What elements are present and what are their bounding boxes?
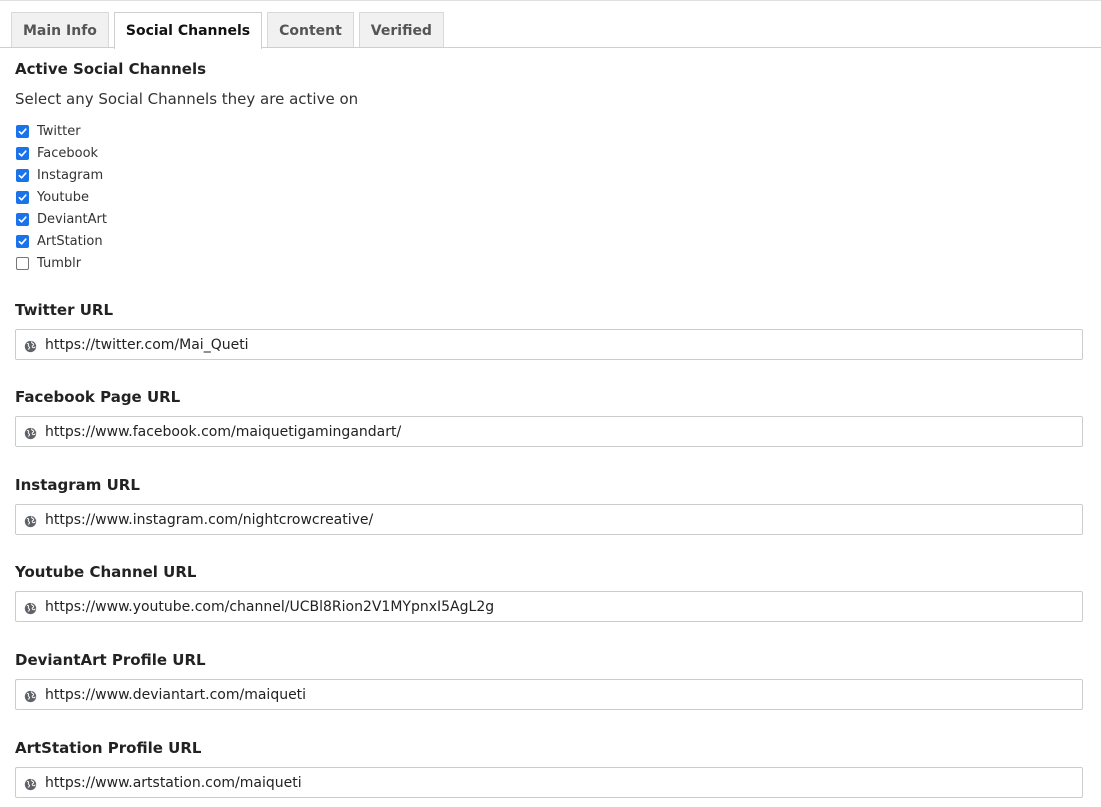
channel-label: Twitter <box>37 123 81 139</box>
twitter-url-input[interactable] <box>45 336 1065 353</box>
channel-label: Facebook <box>37 145 99 161</box>
section-description: Select any Social Channels they are acti… <box>15 90 359 108</box>
artstation-url-label: ArtStation Profile URL <box>15 739 202 757</box>
channel-checkbox[interactable] <box>16 146 29 160</box>
deviantart-url-input[interactable] <box>45 686 1065 703</box>
check-icon <box>18 171 27 179</box>
tab-bar: Main Info Social Channels Content Verifi… <box>11 12 444 49</box>
youtube-url-label: Youtube Channel URL <box>15 563 197 581</box>
instagram-url-label: Instagram URL <box>15 476 140 494</box>
channel-option-youtube[interactable]: Youtube <box>16 186 107 208</box>
check-icon <box>18 193 27 201</box>
globe-icon <box>24 688 37 703</box>
instagram-url-field[interactable] <box>15 504 1083 535</box>
tab-main-info[interactable]: Main Info <box>11 12 109 48</box>
channel-label: DeviantArt <box>37 211 107 227</box>
check-icon <box>18 149 27 157</box>
channel-checkbox[interactable] <box>16 256 29 270</box>
facebook-url-field[interactable] <box>15 416 1083 447</box>
channel-label: Tumblr <box>37 255 82 271</box>
channel-option-twitter[interactable]: Twitter <box>16 120 107 142</box>
channel-label: ArtStation <box>37 233 103 249</box>
channel-checkbox[interactable] <box>16 212 29 226</box>
channel-option-facebook[interactable]: Facebook <box>16 142 107 164</box>
deviantart-url-field[interactable] <box>15 679 1083 710</box>
channel-option-artstation[interactable]: ArtStation <box>16 230 107 252</box>
deviantart-url-label: DeviantArt Profile URL <box>15 651 206 669</box>
instagram-url-input[interactable] <box>45 511 1065 528</box>
facebook-url-input[interactable] <box>45 423 1065 440</box>
channel-label: Instagram <box>37 167 104 183</box>
artstation-url-input[interactable] <box>45 774 1065 791</box>
channel-checkbox[interactable] <box>16 234 29 248</box>
channel-label: Youtube <box>37 189 89 205</box>
check-icon <box>18 237 27 245</box>
artstation-url-field[interactable] <box>15 767 1083 798</box>
channel-checklist: Twitter Facebook Instagram Youtube Devia… <box>16 120 107 274</box>
globe-icon <box>24 425 37 440</box>
channel-option-instagram[interactable]: Instagram <box>16 164 107 186</box>
check-icon <box>18 215 27 223</box>
top-border <box>0 0 1101 1</box>
section-title: Active Social Channels <box>15 60 207 78</box>
twitter-url-label: Twitter URL <box>15 301 114 319</box>
globe-icon <box>24 338 37 353</box>
channel-option-tumblr[interactable]: Tumblr <box>16 252 107 274</box>
youtube-url-input[interactable] <box>45 598 1065 615</box>
globe-icon <box>24 776 37 791</box>
check-icon <box>18 127 27 135</box>
tab-content[interactable]: Content <box>267 12 354 48</box>
globe-icon <box>24 600 37 615</box>
globe-icon <box>24 513 37 528</box>
facebook-url-label: Facebook Page URL <box>15 388 181 406</box>
tab-social-channels[interactable]: Social Channels <box>113 12 263 49</box>
youtube-url-field[interactable] <box>15 591 1083 622</box>
channel-checkbox[interactable] <box>16 124 29 138</box>
channel-checkbox[interactable] <box>16 190 29 204</box>
channel-checkbox[interactable] <box>16 168 29 182</box>
channel-option-deviantart[interactable]: DeviantArt <box>16 208 107 230</box>
twitter-url-field[interactable] <box>15 329 1083 360</box>
social-channels-page: Main Info Social Channels Content Verifi… <box>0 0 1101 807</box>
tab-verified[interactable]: Verified <box>358 12 444 48</box>
